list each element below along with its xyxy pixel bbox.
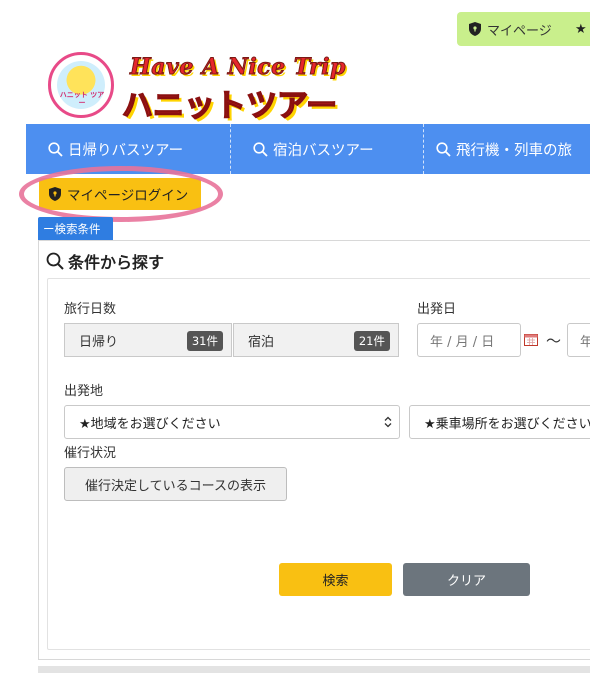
count-badge: 21件 [353, 331, 390, 351]
star-icon[interactable]: ★ [575, 22, 587, 37]
nav-item-overnight-bus-tour[interactable]: 宿泊バスツアー [231, 124, 424, 174]
search-icon [253, 141, 268, 157]
boarding-place-select[interactable]: ★乗車場所をお選びください [409, 405, 590, 439]
search-icon [46, 252, 64, 270]
nav-item-label: 宿泊バスツアー [273, 142, 374, 159]
mypage-login-button[interactable]: マイページログイン [39, 178, 201, 210]
panel-title: 条件から探す [46, 249, 164, 273]
count-badge: 31件 [186, 331, 223, 351]
nav-item-label: 飛行機・列車の旅 [456, 142, 572, 159]
search-icon [436, 141, 451, 157]
mypage-link[interactable]: マイページ ★ [457, 12, 590, 46]
departure-date-to-input[interactable]: 年 [567, 323, 590, 357]
login-label: マイページログイン [67, 188, 189, 204]
panel-title-text: 条件から探す [68, 253, 165, 272]
main-nav: 日帰りバスツアー 宿泊バスツアー 飛行機・列車の旅 [26, 124, 590, 174]
search-conditions-tab[interactable]: ー検索条件 [38, 217, 113, 240]
region-select-value: ★地域をお選びください [79, 416, 221, 432]
clear-button[interactable]: クリア [403, 563, 530, 596]
logo-badge: ハニット ツアー [48, 52, 114, 118]
date-range-separator: 〜 [546, 332, 562, 350]
nav-item-label: 日帰りバスツアー [68, 142, 184, 159]
logo-badge-text: ハニット ツアー [59, 91, 105, 107]
calendar-icon[interactable] [524, 333, 538, 346]
duration-option-day[interactable]: 日帰り 31件 [64, 323, 232, 357]
logo-title-en: Have A Nice Trip [130, 54, 346, 81]
site-logo[interactable]: ハニット ツアー Have A Nice Trip ハニットツアー [48, 52, 348, 125]
nav-item-day-bus-tour[interactable]: 日帰りバスツアー [26, 124, 231, 174]
boarding-select-value: ★乗車場所をお選びください [424, 416, 590, 432]
mypage-label: マイページ [487, 23, 552, 39]
logo-title-jp: ハニットツアー [121, 87, 338, 125]
confirmed-courses-button[interactable]: 催行決定しているコースの表示 [64, 467, 287, 501]
bottom-section-edge [38, 666, 590, 673]
chevron-updown-icon [384, 416, 392, 428]
departure-date-label: 出発日 [417, 302, 457, 317]
departure-date-from-input[interactable]: 年 / 月 / 日 [417, 323, 521, 357]
shield-icon [469, 22, 481, 36]
region-select[interactable]: ★地域をお選びください [64, 405, 400, 439]
nav-item-plane-train-trip[interactable]: 飛行機・列車の旅 [424, 124, 590, 174]
duration-option-overnight[interactable]: 宿泊 21件 [233, 323, 399, 357]
departure-place-label: 出発地 [64, 384, 104, 399]
shield-icon [49, 187, 61, 201]
duration-label: 旅行日数 [64, 302, 117, 317]
duration-option-label: 宿泊 [248, 334, 275, 350]
search-button[interactable]: 検索 [279, 563, 392, 596]
search-icon [48, 141, 63, 157]
duration-option-label: 日帰り [79, 334, 119, 350]
status-label: 催行状況 [64, 446, 117, 461]
